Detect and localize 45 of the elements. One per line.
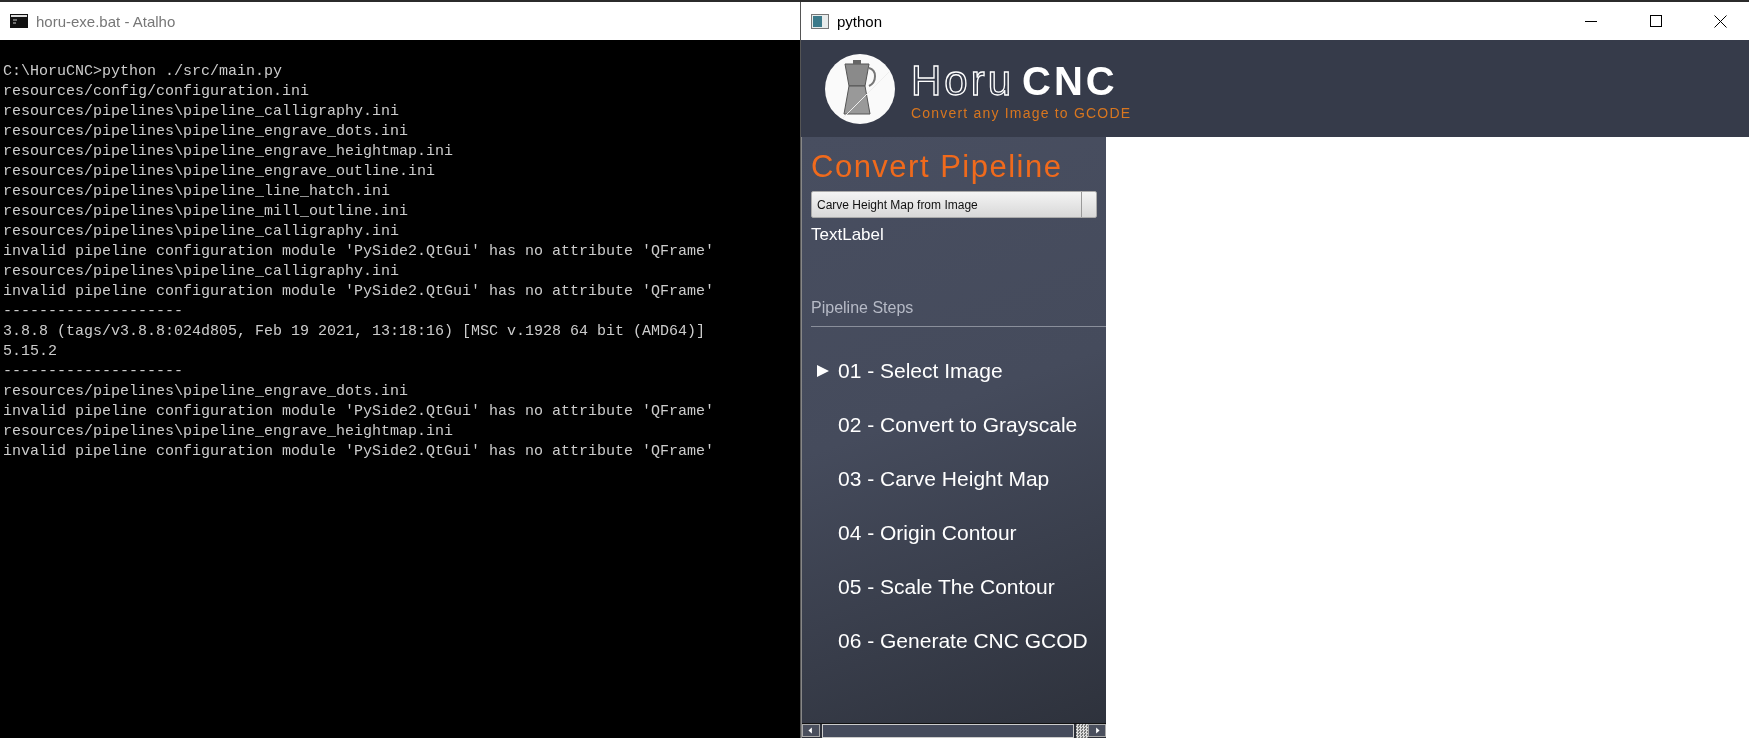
console-line: resources/pipelines\pipeline_engrave_dots.ini (3, 382, 410, 402)
tagline: Convert any Image to GCODE (911, 104, 1132, 121)
console-line: resources/pipelines\pipeline_engrave_dots.ini (3, 122, 410, 142)
console-line: resources/pipelines\pipeline_mill_outline.ini (3, 202, 410, 222)
scroll-thumb[interactable] (1076, 724, 1088, 738)
pipeline-step[interactable]: 02 - Convert to Grayscale (802, 398, 1106, 452)
console-line: resources/pipelines\pipeline_engrave_heightmap.ini (3, 142, 455, 162)
console-line: resources/pipelines\pipeline_calligraphy.ini (3, 262, 401, 282)
scroll-left-icon[interactable] (802, 724, 820, 737)
maximize-icon (1649, 15, 1662, 27)
pipeline-step[interactable]: 03 - Carve Height Map (802, 452, 1106, 506)
horizontal-scrollbar[interactable] (802, 723, 1106, 738)
brand-title-bold: CNC (1022, 58, 1118, 104)
console-line: resources/pipelines\pipeline_line_hatch.ini (3, 182, 392, 202)
console-line: resources/config/configuration.ini (3, 82, 311, 102)
console-line: C:\HoruCNC>python ./src/main.py (3, 62, 284, 82)
minimize-icon (1584, 20, 1597, 22)
close-icon (1714, 14, 1727, 28)
terminal-icon (10, 14, 28, 28)
section-title: Pipeline Steps (811, 299, 1106, 327)
console-line: invalid pipeline configuration module 'PySide2.QtGui' has no attribute 'QFrame' (3, 282, 716, 302)
console-line: resources/pipelines\pipeline_calligraphy.ini (3, 222, 401, 242)
console-line: -------------------- (3, 362, 185, 382)
console-line: invalid pipeline configuration module 'PySide2.QtGui' has no attribute 'QFrame' (3, 242, 716, 262)
console-line: invalid pipeline configuration module 'PySide2.QtGui' has no attribute 'QFrame' (3, 442, 716, 462)
console-line: resources/pipelines\pipeline_engrave_outline.ini (3, 162, 437, 182)
sidebar-heading: Convert Pipeline (811, 149, 1064, 185)
console-line: -------------------- (3, 302, 185, 322)
coffee-pot-logo-icon (823, 51, 897, 126)
pipeline-step[interactable]: 04 - Origin Contour (802, 506, 1106, 560)
console-line: 3.8.8 (tags/v3.8.8:024d805, Feb 19 2021, 13:18:16) [MSC v.1928 64 bit (AMD64)] (3, 322, 707, 342)
pipeline-step[interactable]: 01 - Select Image (802, 344, 1106, 398)
console-line: invalid pipeline configuration module 'PySide2.QtGui' has no attribute 'QFrame' (3, 402, 716, 422)
window-icon (811, 13, 829, 29)
console-line: 5.15.2 (3, 342, 58, 362)
text-label: TextLabel (811, 225, 885, 245)
console-line: resources/pipelines\pipeline_engrave_heightmap.ini (3, 422, 455, 442)
console-line: resources/pipelines\pipeline_calligraphy.ini (3, 102, 401, 122)
brand-title: Horu (911, 56, 1015, 105)
window-title: horu-exe.bat - Atalho (36, 12, 176, 30)
pipeline-step[interactable]: 05 - Scale The Contour (802, 560, 1106, 614)
window-title: python (837, 12, 884, 30)
scroll-right-icon[interactable] (1088, 724, 1106, 737)
pipeline-dropdown[interactable]: Carve Height Map from Image (811, 191, 1097, 218)
pipeline-step[interactable]: 06 - Generate CNC GCOD (802, 614, 1106, 668)
